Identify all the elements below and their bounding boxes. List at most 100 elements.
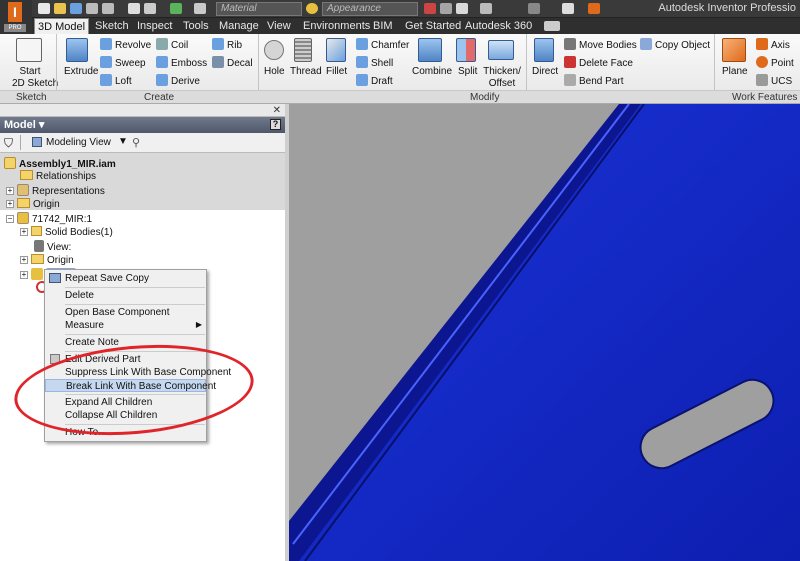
tree-item-part[interactable]: − 71742_MIR:1 — [6, 212, 92, 226]
update-icon[interactable] — [144, 3, 156, 14]
tab-autodesk-360[interactable]: Autodesk 360 — [462, 18, 535, 34]
clear-appearance-icon[interactable] — [424, 3, 436, 14]
tab-view[interactable]: View — [264, 18, 294, 34]
window-title: Autodesk Inventor Professio — [658, 2, 796, 14]
tab-inspect[interactable]: Inspect — [134, 18, 175, 34]
tree-item-relationships[interactable]: Relationships — [20, 170, 96, 183]
coil-button[interactable]: Coil — [156, 38, 188, 52]
expand-icon[interactable]: + — [20, 256, 28, 264]
panel-label-work-features[interactable]: Work Features — [732, 92, 797, 103]
return-icon[interactable] — [170, 3, 182, 14]
thicken-offset-button[interactable]: Thicken/ Offset — [482, 66, 522, 90]
rib-label: Rib — [227, 40, 243, 51]
derive-icon — [156, 74, 168, 86]
select-icon[interactable] — [194, 3, 206, 14]
open-icon[interactable] — [54, 3, 66, 14]
panel-label-sketch[interactable]: Sketch — [16, 92, 47, 103]
collapse-icon[interactable]: − — [6, 215, 14, 223]
filter-icon[interactable]: ⛉ — [4, 136, 13, 151]
axis-button[interactable]: Axis — [756, 38, 790, 52]
tree-item-representations[interactable]: + Representations — [6, 184, 105, 198]
emboss-icon — [156, 56, 168, 68]
fillet-button[interactable]: Fillet — [326, 66, 347, 78]
tab-environments[interactable]: Environments — [300, 18, 373, 34]
menu-item-repeat-save-copy[interactable]: Repeat Save Copy — [45, 272, 206, 285]
delete-face-button[interactable]: Delete Face — [564, 56, 633, 70]
expand-icon[interactable]: + — [6, 200, 14, 208]
sweep-button[interactable]: Sweep — [100, 56, 146, 70]
menu-item-delete[interactable]: Delete — [45, 289, 206, 302]
plane-button[interactable]: Plane — [722, 66, 748, 78]
material-combo[interactable]: Material — [216, 2, 302, 16]
expand-icon[interactable]: + — [6, 187, 14, 195]
revolve-label: Revolve — [115, 40, 152, 51]
copy-object-button[interactable]: Copy Object — [640, 38, 710, 52]
measure-icon[interactable] — [480, 3, 492, 14]
hole-button[interactable]: Hole — [264, 66, 285, 78]
emboss-button[interactable]: Emboss — [156, 56, 207, 70]
bend-part-button[interactable]: Bend Part — [564, 74, 623, 88]
save-icon[interactable] — [70, 3, 82, 14]
menu-item-measure[interactable]: Measure — [45, 319, 206, 332]
decal-button[interactable]: Decal — [212, 56, 253, 70]
graphics-viewport[interactable] — [289, 104, 800, 561]
home-icon[interactable] — [128, 3, 140, 14]
modeling-view-dropdown[interactable]: Modeling View — [46, 137, 111, 148]
panel-label-create[interactable]: Create — [144, 92, 174, 103]
move-bodies-label: Move Bodies — [579, 40, 637, 51]
tree-item-view[interactable]: View: — [34, 240, 71, 254]
move-bodies-button[interactable]: Move Bodies — [564, 38, 637, 52]
start-2d-sketch-button[interactable]: Start 2D Sketch — [12, 66, 58, 90]
loft-label: Loft — [115, 76, 132, 87]
help-icon[interactable]: ? — [270, 119, 281, 130]
tab-manage[interactable]: Manage — [216, 18, 262, 34]
revolve-button[interactable]: Revolve — [100, 38, 151, 52]
iproperties-icon[interactable] — [528, 3, 540, 14]
ucs-button[interactable]: UCS — [756, 74, 792, 88]
color-icon[interactable] — [588, 3, 600, 14]
rib-button[interactable]: Rib — [212, 38, 242, 52]
ribbon-display-icon[interactable] — [544, 21, 560, 31]
expand-icon[interactable]: + — [20, 271, 28, 279]
tab-3d-model[interactable]: 3D Model — [34, 18, 90, 34]
part-icon — [17, 212, 29, 224]
chamfer-button[interactable]: Chamfer — [356, 38, 409, 52]
tab-sketch[interactable]: Sketch — [92, 18, 132, 34]
split-button[interactable]: Split — [458, 66, 477, 78]
draft-icon — [356, 74, 368, 86]
combine-button[interactable]: Combine — [412, 66, 452, 78]
adjust-icon[interactable] — [440, 3, 452, 14]
tab-bim[interactable]: BIM — [370, 18, 396, 34]
menu-item-open-base-component[interactable]: Open Base Component — [45, 306, 206, 319]
chevron-down-icon[interactable]: ▾ — [39, 119, 45, 131]
chevron-down-icon[interactable]: ▼ — [118, 136, 128, 147]
model-browser-header[interactable]: Model ▾ ? — [0, 117, 285, 133]
new-icon[interactable] — [38, 3, 50, 14]
shell-button[interactable]: Shell — [356, 56, 393, 70]
direct-button[interactable]: Direct — [532, 66, 558, 78]
close-icon[interactable]: ✕ — [273, 105, 281, 116]
find-icon[interactable]: ⚲ — [132, 136, 140, 149]
visual-style-icon[interactable] — [562, 3, 574, 14]
appearance-combo[interactable]: Appearance — [322, 2, 418, 16]
undo-icon[interactable] — [86, 3, 98, 14]
tab-tools[interactable]: Tools — [180, 18, 212, 34]
derive-button[interactable]: Derive — [156, 74, 200, 88]
draft-button[interactable]: Draft — [356, 74, 393, 88]
tree-item-part-origin[interactable]: + Origin — [20, 254, 74, 267]
ribbon-panel-labels: Sketch Create Modify Work Features — [0, 90, 800, 104]
sweep-label: Sweep — [115, 58, 146, 69]
tree-item-origin[interactable]: + Origin — [6, 198, 60, 211]
loft-button[interactable]: Loft — [100, 74, 132, 88]
tab-get-started[interactable]: Get Started — [402, 18, 464, 34]
expand-icon[interactable]: + — [20, 228, 28, 236]
thread-button[interactable]: Thread — [290, 66, 322, 78]
extrude-button[interactable]: Extrude — [64, 66, 98, 78]
panel-label-modify[interactable]: Modify — [470, 92, 499, 103]
fx-icon[interactable] — [456, 3, 468, 14]
point-button[interactable]: Point — [756, 56, 794, 70]
tree-root-assembly[interactable]: Assembly1_MIR.iam — [4, 157, 116, 171]
app-logo[interactable]: I PRO — [0, 0, 32, 34]
tree-item-solid-bodies[interactable]: + Solid Bodies(1) — [20, 226, 113, 239]
redo-icon[interactable] — [102, 3, 114, 14]
